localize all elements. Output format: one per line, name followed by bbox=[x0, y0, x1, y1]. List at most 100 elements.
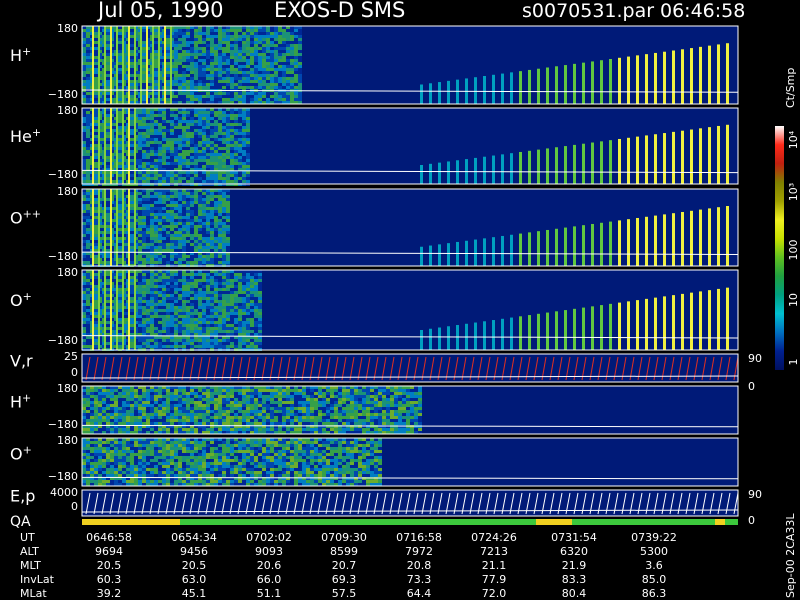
spectrogram-cell bbox=[106, 138, 110, 141]
spectrogram-cell bbox=[178, 156, 182, 159]
spectrogram-cell bbox=[238, 315, 242, 318]
spectrogram-cell bbox=[94, 83, 98, 86]
spectrogram-cell bbox=[218, 216, 222, 219]
spectrogram-cell bbox=[150, 318, 154, 321]
spectrogram-cell bbox=[94, 279, 98, 282]
spectrogram-cell bbox=[282, 98, 286, 101]
spectrogram-cell bbox=[174, 117, 178, 120]
spectrogram-cell bbox=[86, 150, 90, 153]
spectrogram-cell bbox=[166, 216, 170, 219]
spectrogram-cell bbox=[130, 177, 134, 180]
spectrogram-cell bbox=[238, 53, 242, 56]
spectrogram-cell bbox=[118, 324, 122, 327]
spectrogram-cell bbox=[142, 279, 146, 282]
spectrogram-cell bbox=[250, 273, 254, 276]
spectrogram-cell bbox=[294, 35, 298, 38]
spectrogram-cell bbox=[218, 129, 222, 132]
spectrogram-cell bbox=[166, 62, 170, 65]
spectrogram-cell bbox=[258, 65, 262, 68]
spectrogram-cell bbox=[190, 258, 194, 261]
spectrogram-cell bbox=[150, 135, 154, 138]
spectrogram-cell bbox=[106, 294, 110, 297]
spectrogram-cell bbox=[242, 333, 246, 336]
spectrogram-cell bbox=[194, 285, 198, 288]
spectrogram-cell bbox=[182, 162, 186, 165]
spectrogram-cell bbox=[174, 279, 178, 282]
spectrogram-cell bbox=[278, 56, 282, 59]
panel-label: O++ bbox=[10, 208, 41, 228]
spectrogram-cell bbox=[130, 132, 134, 135]
spectrogram-cell bbox=[174, 147, 178, 150]
spectrogram-cell bbox=[86, 216, 90, 219]
spectrogram-cell bbox=[242, 132, 246, 135]
spectrogram-cell bbox=[82, 126, 86, 129]
spectrogram-cell bbox=[250, 59, 254, 62]
spectrogram-cell bbox=[190, 195, 194, 198]
spectrogram-cell bbox=[162, 219, 166, 222]
panel-p3: O++180−180 bbox=[10, 185, 739, 267]
spectrogram-cell bbox=[174, 74, 178, 77]
spectrogram-cell bbox=[86, 111, 90, 114]
spectrogram-cell bbox=[194, 83, 198, 86]
spectrogram-cell bbox=[246, 41, 250, 44]
spectrogram-cell bbox=[82, 276, 86, 279]
spectrogram-cell bbox=[238, 300, 242, 303]
spectrogram-cell bbox=[226, 159, 230, 162]
spectrogram-cell bbox=[198, 62, 202, 65]
spectrogram-cell bbox=[270, 80, 274, 83]
y-tick-top: 180 bbox=[57, 104, 78, 117]
spectrogram-cell bbox=[210, 219, 214, 222]
spectrogram-cell bbox=[142, 225, 146, 228]
spectrogram-cell bbox=[170, 216, 174, 219]
spectrogram-cell bbox=[250, 53, 254, 56]
spectrogram-cell bbox=[194, 95, 198, 98]
spectrogram-cell bbox=[94, 177, 98, 180]
spectrogram-cell bbox=[170, 225, 174, 228]
spectrogram-cell bbox=[94, 261, 98, 264]
spectrogram-cell bbox=[170, 342, 174, 345]
spectrogram-cell bbox=[138, 255, 142, 258]
spectrogram-cell bbox=[254, 95, 258, 98]
spectrogram-cell bbox=[106, 92, 110, 95]
spectrogram-cell bbox=[234, 159, 238, 162]
spectrogram-cell bbox=[230, 174, 234, 177]
spectrogram-cell bbox=[266, 95, 270, 98]
spectrogram-cell bbox=[238, 297, 242, 300]
spectrogram-cell bbox=[206, 198, 210, 201]
spectrogram-cell bbox=[86, 282, 90, 285]
spectrogram-cell bbox=[226, 174, 230, 177]
spectrogram-cell bbox=[158, 345, 162, 348]
spectrogram-cell bbox=[178, 123, 182, 126]
spectrogram-cell bbox=[86, 300, 90, 303]
spectrogram-cell bbox=[162, 138, 166, 141]
spectrogram-cell bbox=[194, 123, 198, 126]
spectrogram-cell bbox=[198, 59, 202, 62]
spectrogram-cell bbox=[158, 180, 162, 183]
spectrogram-cell bbox=[214, 333, 218, 336]
spectrogram-cell bbox=[142, 132, 146, 135]
spectrogram-cell bbox=[290, 71, 294, 74]
spectrogram-cell bbox=[154, 210, 158, 213]
spectrogram-cell bbox=[230, 153, 234, 156]
spectrogram-cell bbox=[238, 29, 242, 32]
spectrogram-cell bbox=[250, 315, 254, 318]
spectrogram-cell bbox=[158, 231, 162, 234]
spectrogram-cell bbox=[82, 195, 86, 198]
spectrogram-cell bbox=[218, 80, 222, 83]
spectrogram-cell bbox=[218, 345, 222, 348]
spectrogram-cell bbox=[214, 243, 218, 246]
spectrogram-cell bbox=[166, 312, 170, 315]
spectrogram-cell bbox=[154, 303, 158, 306]
spectrogram-cell bbox=[166, 132, 170, 135]
spectrogram-cell bbox=[222, 117, 226, 120]
spectrogram-cell bbox=[294, 41, 298, 44]
spectrogram-cell bbox=[254, 345, 258, 348]
spectrogram-cell bbox=[214, 228, 218, 231]
spectrogram-cell bbox=[106, 114, 110, 117]
spectrogram-cell bbox=[238, 80, 242, 83]
spectrogram-cell bbox=[186, 111, 190, 114]
spectrogram-cell bbox=[174, 258, 178, 261]
spectrogram-cell bbox=[146, 177, 150, 180]
spectrogram-cell bbox=[226, 243, 230, 246]
spectrogram-cell bbox=[186, 86, 190, 89]
